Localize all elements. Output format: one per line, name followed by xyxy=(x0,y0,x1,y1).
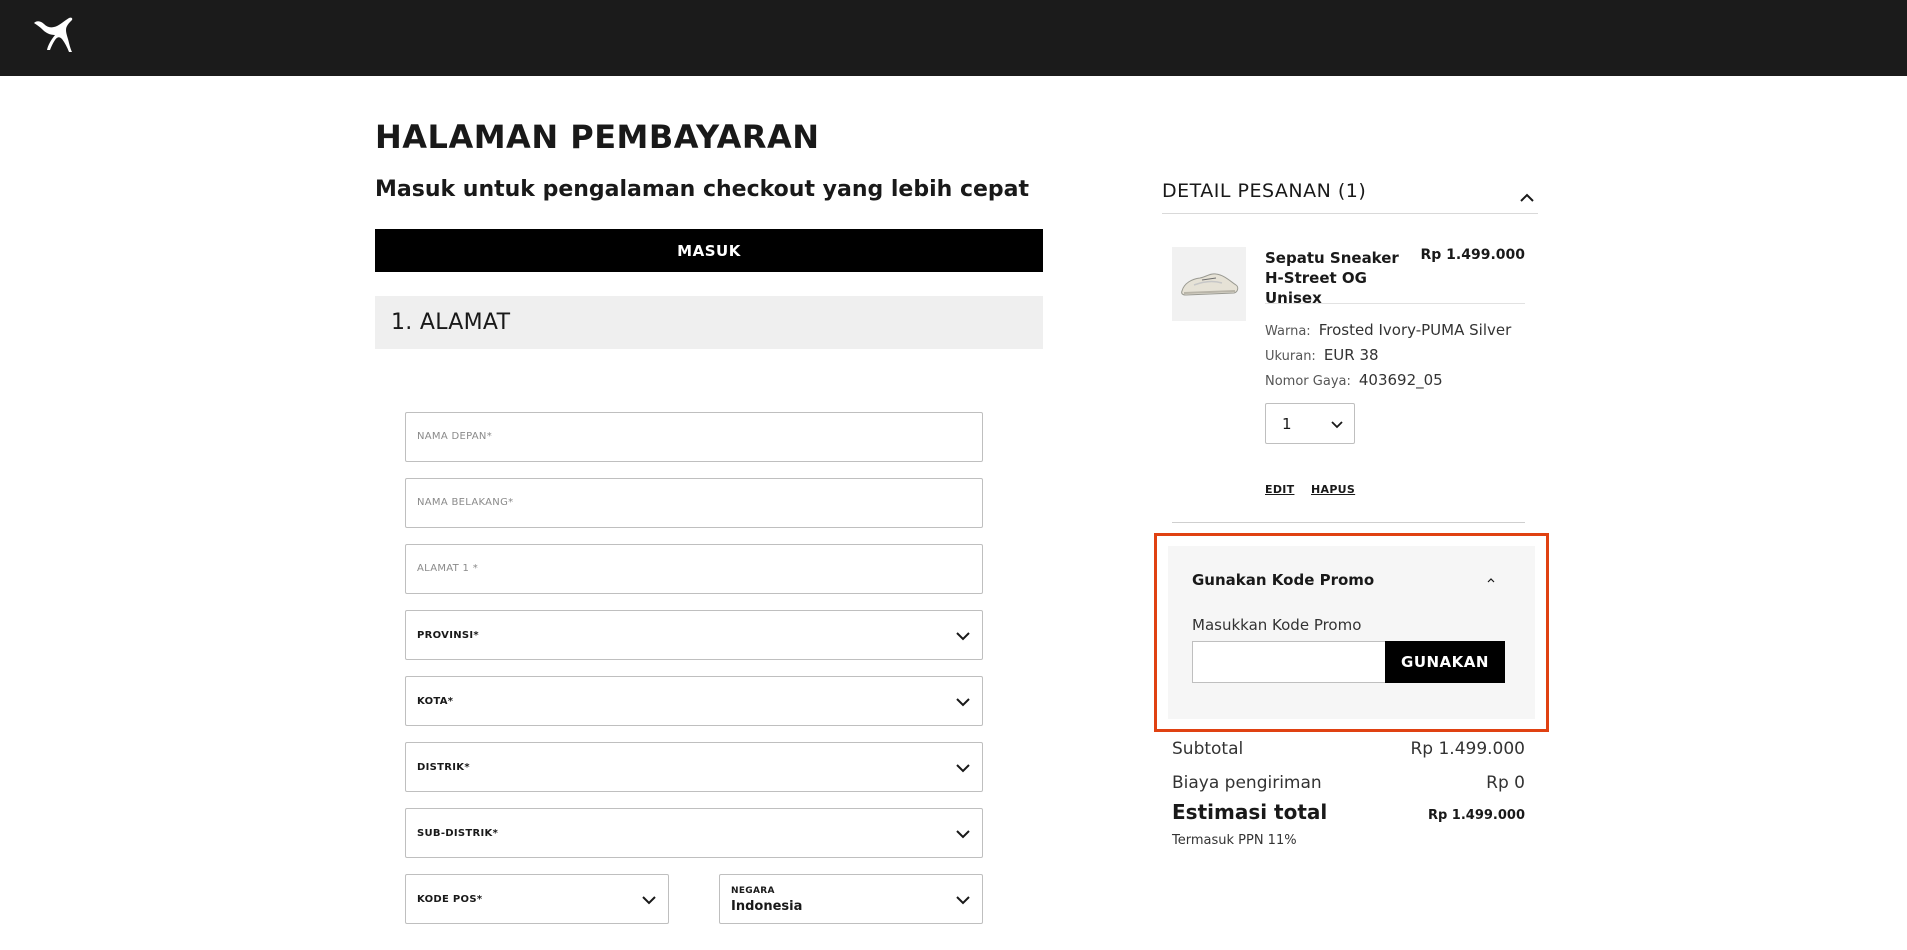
style-value: 403692_05 xyxy=(1358,371,1443,389)
total-row: Estimasi total Rp 1.499.000 xyxy=(1172,800,1525,824)
promo-code-input[interactable] xyxy=(1192,641,1386,683)
chevron-down-icon xyxy=(956,896,970,905)
puma-logo-icon[interactable] xyxy=(33,17,75,53)
color-label: Warna: xyxy=(1265,324,1311,339)
total-label: Estimasi total xyxy=(1172,800,1328,824)
province-label: PROVINSI* xyxy=(417,630,479,641)
subdistrict-select[interactable]: SUB-DISTRIK* xyxy=(405,808,983,858)
total-value: Rp 1.499.000 xyxy=(1427,808,1525,823)
chevron-down-icon xyxy=(956,698,970,707)
divider xyxy=(1172,522,1525,523)
subtotal-value: Rp 1.499.000 xyxy=(1410,739,1525,759)
first-name-placeholder: NAMA DEPAN* xyxy=(417,431,492,442)
product-color: Warna: Frosted Ivory-PUMA Silver xyxy=(1265,321,1511,339)
size-value: EUR 38 xyxy=(1323,346,1379,364)
edit-item-link[interactable]: EDIT xyxy=(1265,483,1294,496)
address-section-header[interactable]: 1. ALAMAT xyxy=(375,296,1043,349)
login-prompt: Masuk untuk pengalaman checkout yang leb… xyxy=(375,177,1030,202)
subtotal-row: Subtotal Rp 1.499.000 xyxy=(1172,739,1525,759)
product-style: Nomor Gaya: 403692_05 xyxy=(1265,371,1443,389)
product-price: Rp 1.499.000 xyxy=(1420,247,1525,263)
district-select[interactable]: DISTRIK* xyxy=(405,742,983,792)
country-select[interactable]: NEGARA Indonesia xyxy=(719,874,983,924)
chevron-up-icon[interactable] xyxy=(1485,574,1497,586)
province-select[interactable]: PROVINSI* xyxy=(405,610,983,660)
district-label: DISTRIK* xyxy=(417,762,470,773)
login-button[interactable]: MASUK xyxy=(375,229,1043,272)
country-label: NEGARA xyxy=(731,886,775,896)
shipping-value: Rp 0 xyxy=(1486,773,1525,793)
divider xyxy=(1162,213,1538,214)
chevron-down-icon xyxy=(956,632,970,641)
divider xyxy=(1265,303,1525,304)
country-value: Indonesia xyxy=(731,899,803,914)
tax-note: Termasuk PPN 11% xyxy=(1172,833,1297,848)
color-value: Frosted Ivory-PUMA Silver xyxy=(1318,321,1512,339)
apply-promo-button[interactable]: GUNAKAN xyxy=(1385,641,1505,683)
style-label: Nomor Gaya: xyxy=(1265,374,1351,389)
last-name-field[interactable]: NAMA BELAKANG* xyxy=(405,478,983,528)
postcode-label: KODE POS* xyxy=(417,894,483,905)
chevron-down-icon xyxy=(642,896,656,905)
first-name-field[interactable]: NAMA DEPAN* xyxy=(405,412,983,462)
promo-input-label: Masukkan Kode Promo xyxy=(1192,616,1362,634)
address1-placeholder: ALAMAT 1 * xyxy=(417,563,479,574)
shipping-row: Biaya pengiriman Rp 0 xyxy=(1172,773,1525,793)
address1-field[interactable]: ALAMAT 1 * xyxy=(405,544,983,594)
quantity-value: 1 xyxy=(1282,415,1292,433)
quantity-select[interactable]: 1 xyxy=(1265,403,1355,444)
product-name[interactable]: Sepatu Sneaker H-Street OG Unisex xyxy=(1265,248,1415,308)
product-size: Ukuran: EUR 38 xyxy=(1265,346,1379,364)
chevron-down-icon xyxy=(1331,421,1343,429)
order-details-title[interactable]: DETAIL PESANAN (1) xyxy=(1162,180,1366,202)
top-navigation-bar xyxy=(0,0,1907,76)
remove-item-link[interactable]: HAPUS xyxy=(1311,483,1355,496)
chevron-down-icon xyxy=(956,764,970,773)
page-title: HALAMAN PEMBAYARAN xyxy=(375,118,820,156)
size-label: Ukuran: xyxy=(1265,349,1316,364)
chevron-up-icon[interactable] xyxy=(1519,190,1535,206)
city-label: KOTA* xyxy=(417,696,454,707)
subdistrict-label: SUB-DISTRIK* xyxy=(417,828,499,839)
last-name-placeholder: NAMA BELAKANG* xyxy=(417,497,514,508)
shipping-label: Biaya pengiriman xyxy=(1172,773,1322,793)
subtotal-label: Subtotal xyxy=(1172,739,1244,759)
city-select[interactable]: KOTA* xyxy=(405,676,983,726)
product-thumbnail[interactable] xyxy=(1172,247,1246,321)
address-section-title: 1. ALAMAT xyxy=(391,310,511,335)
chevron-down-icon xyxy=(956,830,970,839)
promo-title[interactable]: Gunakan Kode Promo xyxy=(1192,571,1374,589)
postcode-select[interactable]: KODE POS* xyxy=(405,874,669,924)
sneaker-image xyxy=(1181,273,1239,296)
